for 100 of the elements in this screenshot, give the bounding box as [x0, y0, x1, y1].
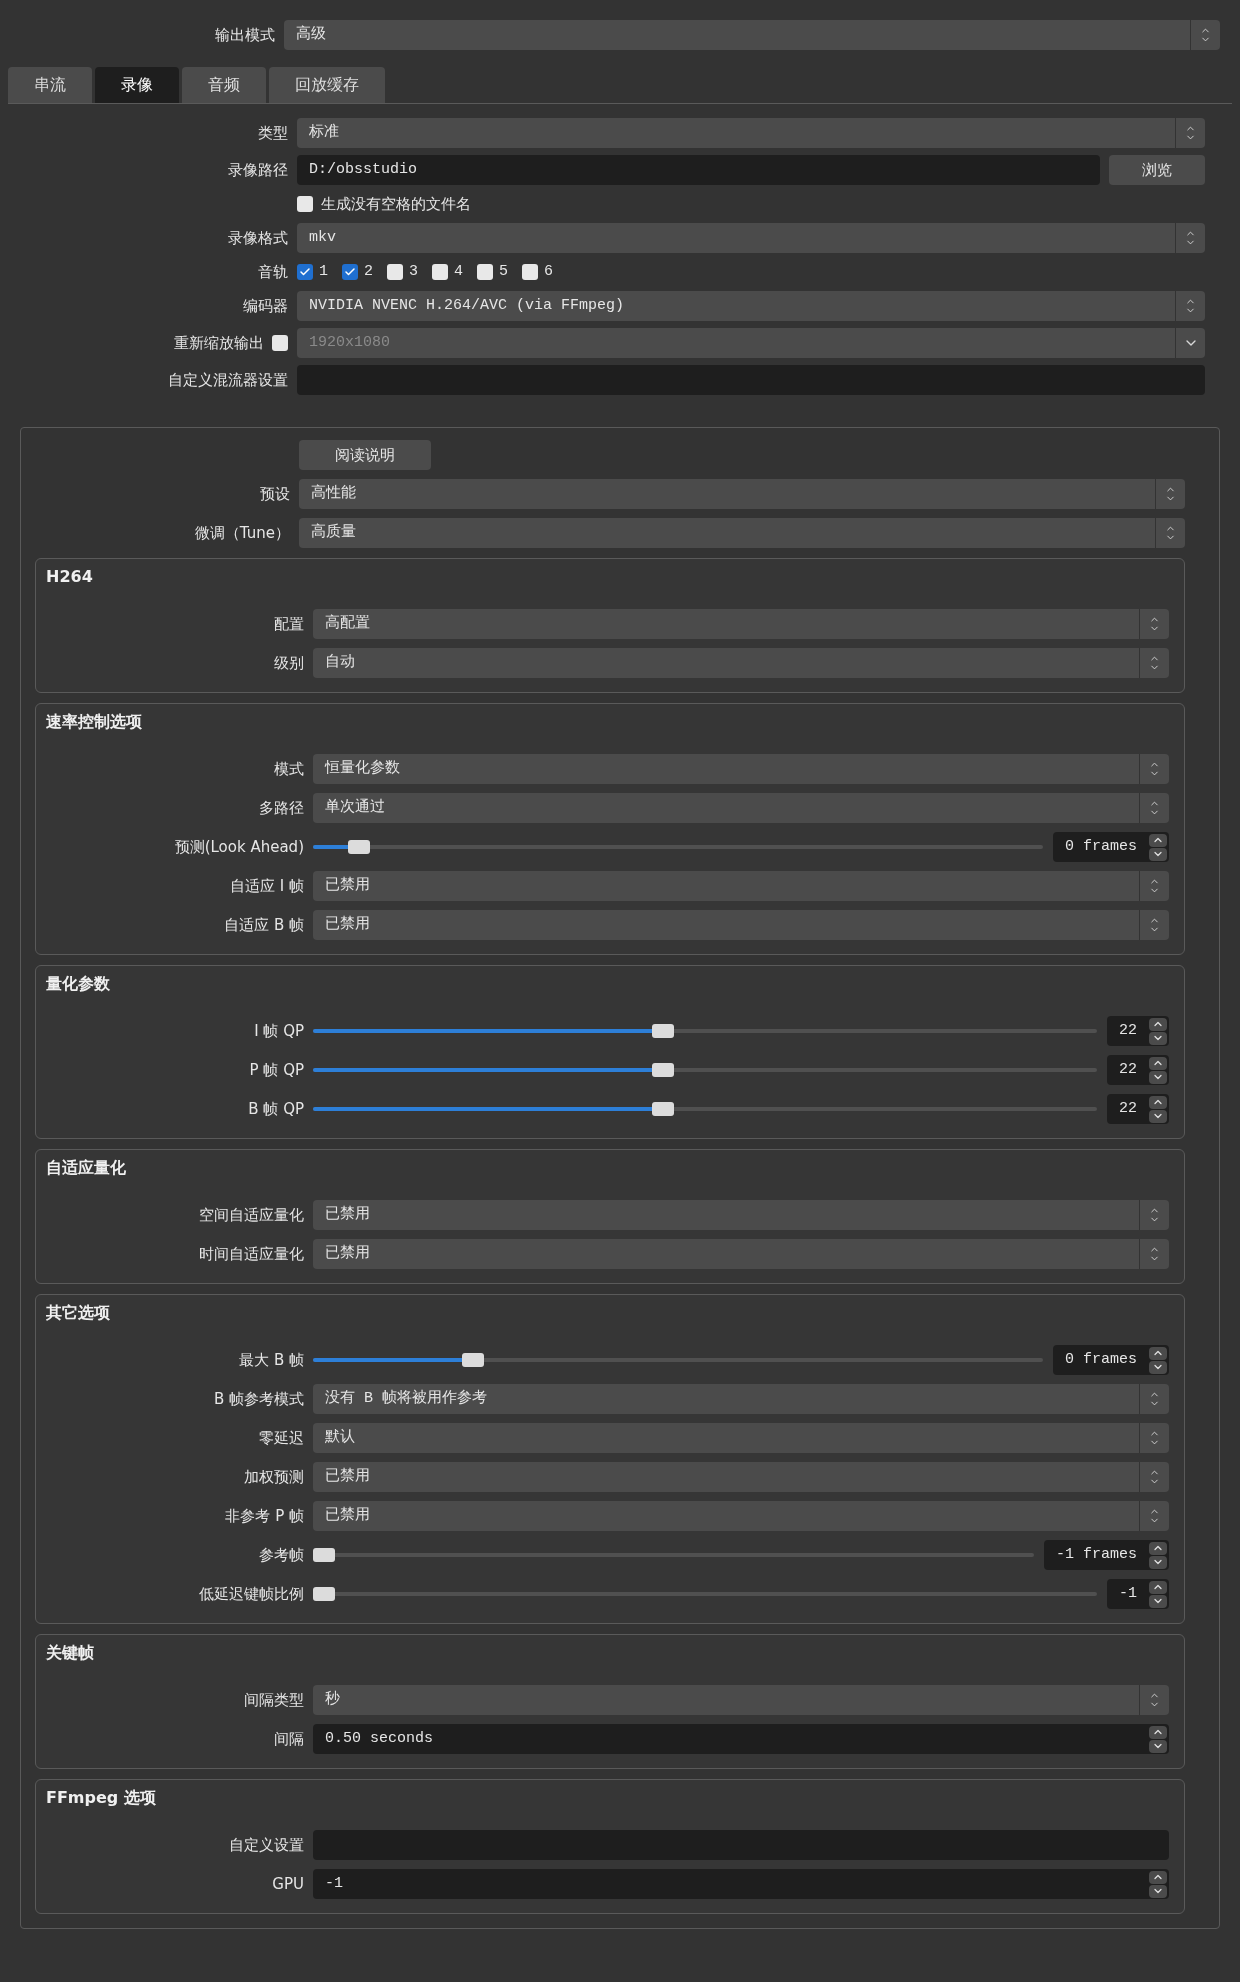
dropdown[interactable]: 已禁用 [313, 871, 1169, 901]
slider[interactable] [313, 1353, 1043, 1367]
field-label: 非参考 P 帧 [225, 1505, 304, 1527]
slider-handle[interactable] [348, 840, 371, 854]
dropdown[interactable]: 已禁用 [313, 1501, 1169, 1531]
path-field[interactable]: D:/obsstudio [297, 155, 1100, 185]
slider-handle[interactable] [313, 1548, 335, 1562]
spin-field[interactable]: -1 [313, 1869, 1149, 1899]
dropdown[interactable]: NVIDIA NVENC H.264/AVC (via FFmpeg) [297, 291, 1205, 321]
group-title: H264 [45, 567, 94, 587]
checkbox[interactable] [522, 264, 539, 280]
step-down-button[interactable] [1149, 847, 1167, 861]
spin-field[interactable]: 0 frames [1053, 1345, 1149, 1375]
dropdown[interactable]: 已禁用 [313, 1200, 1169, 1230]
step-down-button[interactable] [1149, 1109, 1167, 1123]
field-label: B 帧 QP [248, 1098, 304, 1120]
dropdown[interactable]: 单次通过 [313, 793, 1169, 823]
checkbox[interactable] [432, 264, 449, 280]
step-up-button[interactable] [1149, 1725, 1167, 1739]
track-label: 4 [454, 261, 464, 282]
input-field[interactable] [313, 1830, 1169, 1860]
step-down-button[interactable] [1149, 1555, 1167, 1569]
field-label: 重新缩放输出 [174, 332, 264, 354]
field-label: 类型 [258, 122, 288, 144]
field-label: 微调（Tune） [194, 522, 290, 544]
step-up-button[interactable] [1149, 833, 1167, 847]
check-icon [344, 266, 356, 278]
spin-field[interactable]: 0.50 seconds [313, 1724, 1149, 1754]
dropdown[interactable]: 标准 [297, 118, 1205, 148]
step-down-button[interactable] [1149, 1594, 1167, 1608]
checkbox[interactable] [387, 264, 404, 280]
slider[interactable] [313, 1102, 1097, 1116]
dropdown[interactable]: 已禁用 [313, 1462, 1169, 1492]
group-title: 自适应量化 [45, 1158, 127, 1178]
dropdown[interactable]: 自动 [313, 648, 1169, 678]
checkbox[interactable] [297, 264, 313, 280]
dropdown[interactable]: 已禁用 [313, 910, 1169, 940]
field-label: 自定义混流器设置 [168, 369, 288, 391]
read-me-button[interactable]: 阅读说明 [299, 440, 431, 470]
step-down-button[interactable] [1149, 1884, 1167, 1898]
field-label: 参考帧 [259, 1544, 304, 1566]
dropdown[interactable]: 高性能 [299, 479, 1185, 509]
spin-field[interactable]: 22 [1107, 1094, 1149, 1124]
step-up-button[interactable] [1149, 1870, 1167, 1884]
step-down-button[interactable] [1149, 1360, 1167, 1374]
slider-handle[interactable] [313, 1587, 335, 1601]
dropdown[interactable]: 高质量 [299, 518, 1185, 548]
spin-field[interactable]: 22 [1107, 1016, 1149, 1046]
step-down-button[interactable] [1149, 1070, 1167, 1084]
browse-button[interactable]: 浏览 [1109, 155, 1205, 185]
slider-handle[interactable] [652, 1102, 675, 1116]
tab[interactable]: 回放缓存 [269, 67, 385, 103]
slider[interactable] [313, 1024, 1097, 1038]
dropdown[interactable]: 已禁用 [313, 1239, 1169, 1269]
step-up-button[interactable] [1149, 1541, 1167, 1555]
track-label: 3 [409, 261, 419, 282]
step-down-button[interactable] [1149, 1031, 1167, 1045]
step-up-button[interactable] [1149, 1580, 1167, 1594]
step-up-button[interactable] [1149, 1346, 1167, 1360]
field-label: 录像格式 [228, 227, 288, 249]
track-label: 1 [319, 261, 328, 282]
checkbox[interactable] [477, 264, 494, 280]
check-icon [299, 266, 311, 278]
field-label: 间隔 [274, 1728, 304, 1750]
tab[interactable]: 串流 [8, 67, 92, 103]
dropdown[interactable]: 高级 [284, 20, 1220, 50]
step-down-button[interactable] [1149, 1739, 1167, 1753]
field-label: 加权预测 [244, 1466, 304, 1488]
spin-field[interactable]: 22 [1107, 1055, 1149, 1085]
slider[interactable] [313, 1063, 1097, 1077]
checkbox[interactable] [297, 196, 313, 212]
step-up-button[interactable] [1149, 1017, 1167, 1031]
dropdown[interactable]: 恒量化参数 [313, 754, 1169, 784]
spin-field[interactable]: 0 frames [1053, 832, 1149, 862]
field-label: 输出模式 [214, 24, 275, 46]
field-label: 录像路径 [228, 159, 288, 181]
track-label: 2 [364, 261, 374, 282]
slider[interactable] [313, 1587, 1097, 1601]
field-label: 空间自适应量化 [199, 1204, 304, 1226]
dropdown[interactable]: 默认 [313, 1423, 1169, 1453]
dropdown[interactable]: 没有 B 帧将被用作参考 [313, 1384, 1169, 1414]
slider[interactable] [313, 1548, 1034, 1562]
tab[interactable]: 音频 [182, 67, 266, 103]
dropdown[interactable]: mkv [297, 223, 1205, 253]
checkbox[interactable] [342, 264, 358, 280]
field-label: 时间自适应量化 [199, 1243, 304, 1265]
step-up-button[interactable] [1149, 1056, 1167, 1070]
tab[interactable]: 录像 [95, 67, 179, 103]
slider-handle[interactable] [461, 1353, 484, 1367]
field-label: 自定义设置 [229, 1834, 304, 1856]
field-label: GPU [272, 1873, 304, 1895]
spin-field[interactable]: -1 [1107, 1579, 1149, 1609]
spin-field[interactable]: -1 frames [1044, 1540, 1149, 1570]
slider-handle[interactable] [652, 1024, 675, 1038]
step-up-button[interactable] [1149, 1095, 1167, 1109]
dropdown[interactable]: 秒 [313, 1685, 1169, 1715]
slider[interactable] [313, 840, 1043, 854]
field-label: 间隔类型 [244, 1689, 304, 1711]
dropdown[interactable]: 高配置 [313, 609, 1169, 639]
slider-handle[interactable] [652, 1063, 675, 1077]
